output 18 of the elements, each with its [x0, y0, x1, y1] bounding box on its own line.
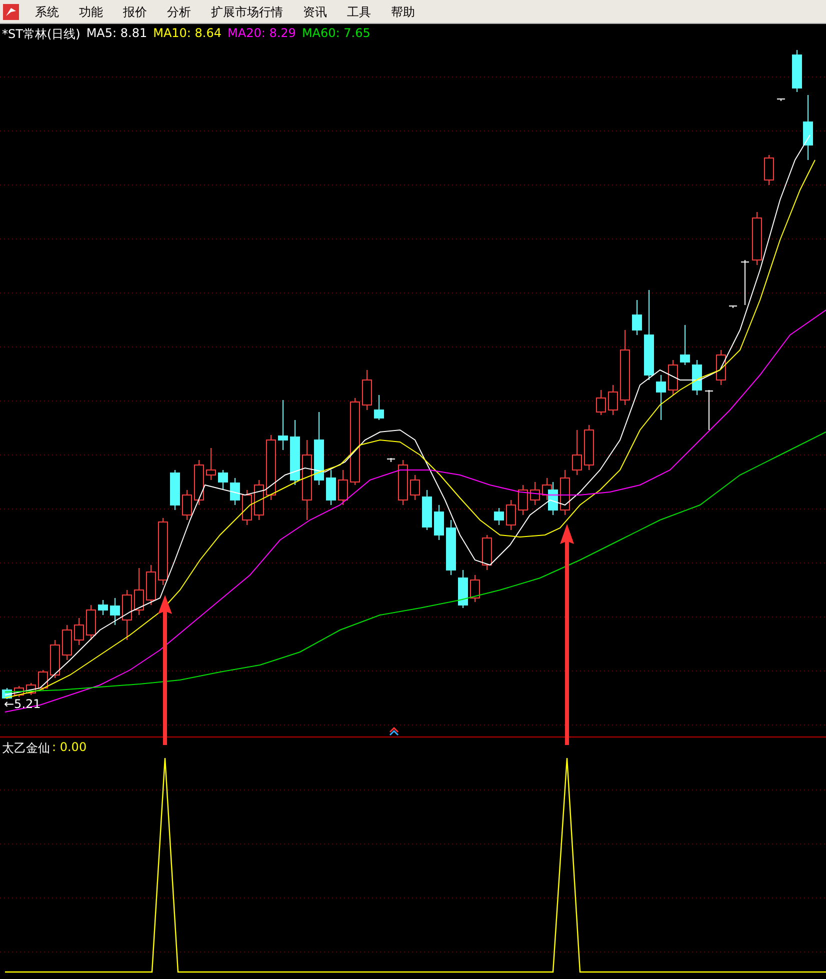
menu-item[interactable]: 扩展市场行情 — [201, 2, 293, 22]
menu-item[interactable]: 功能 — [69, 2, 113, 22]
indicator-value: : 0.00 — [52, 740, 87, 756]
low-price-label: ←5.21 — [4, 697, 41, 711]
menu-item[interactable]: 分析 — [157, 2, 201, 22]
ma-legend: MA60: 7.65 — [302, 26, 370, 43]
indicator-name: 太乙金仙 — [2, 740, 50, 757]
menu-item[interactable]: 帮助 — [381, 2, 425, 22]
ma-legend: MA5: 8.81 — [86, 26, 148, 43]
ma-legend: MA20: 8.29 — [228, 26, 296, 43]
menu-item[interactable]: 系统 — [25, 2, 69, 22]
menu-item[interactable]: 资讯 — [293, 2, 337, 22]
logo-icon — [3, 4, 19, 20]
chevron-icon — [389, 726, 399, 736]
ma-legend: MA10: 8.64 — [153, 26, 222, 43]
menu-item[interactable]: 报价 — [113, 2, 157, 22]
chart-title: *ST常林(日线) — [2, 26, 80, 43]
menu-item[interactable]: 工具 — [337, 2, 381, 22]
